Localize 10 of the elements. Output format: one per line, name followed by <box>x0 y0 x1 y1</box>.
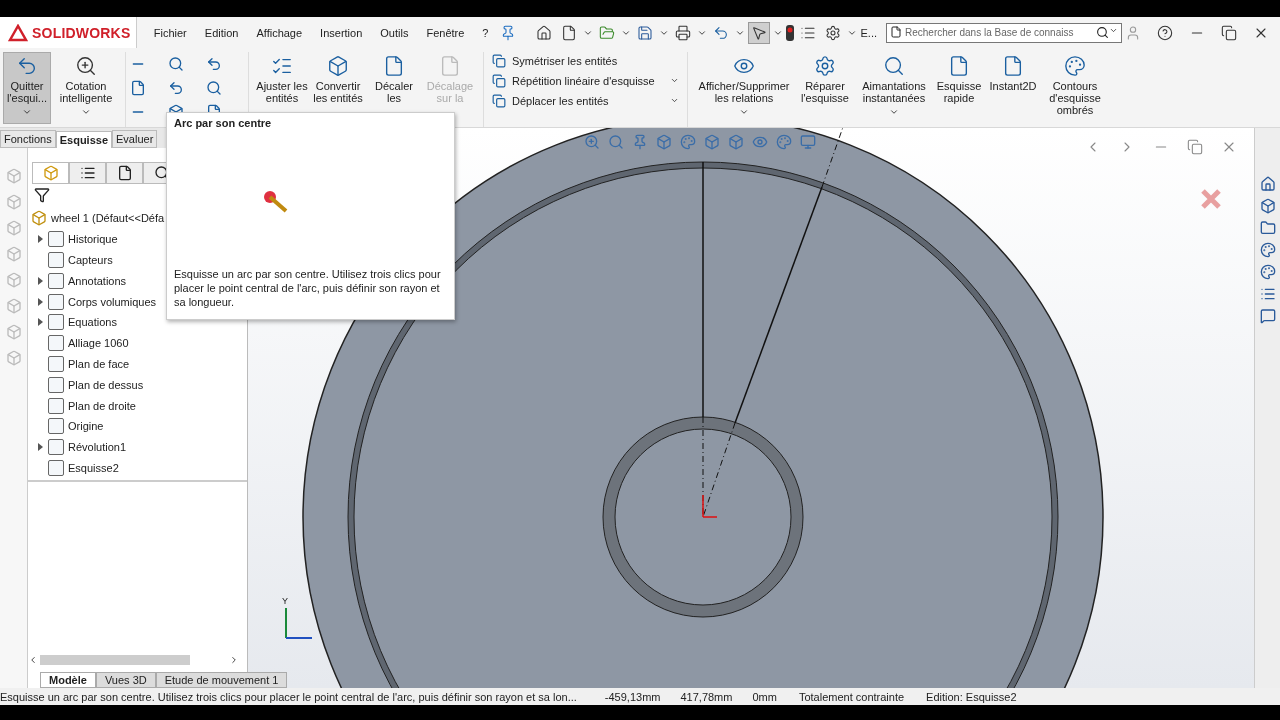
status-text: -459,13mm <box>604 690 661 703</box>
status-text: 417,78mm <box>680 690 733 703</box>
status-text: Esquisse un arc par son centre. Utilisez trois clics pour placer le point central de l'arc, puis définir son rayon et sa lon... <box>0 690 577 703</box>
tooltip-title: Arc par son centre <box>174 117 273 129</box>
status-text: Totalement contrainte <box>798 690 905 703</box>
tooltip-description: Esquisse un arc par son centre. Utilisez trois clics pour placer le point central de l'arc, puis définir son rayon et sa longueur. <box>174 267 442 309</box>
app-logo: SOLIDWORKS <box>0 17 137 48</box>
axis-label: Y <box>282 596 288 606</box>
status-text: 0mm <box>752 690 777 703</box>
status-text: Edition: Esquisse2 <box>926 690 1017 703</box>
